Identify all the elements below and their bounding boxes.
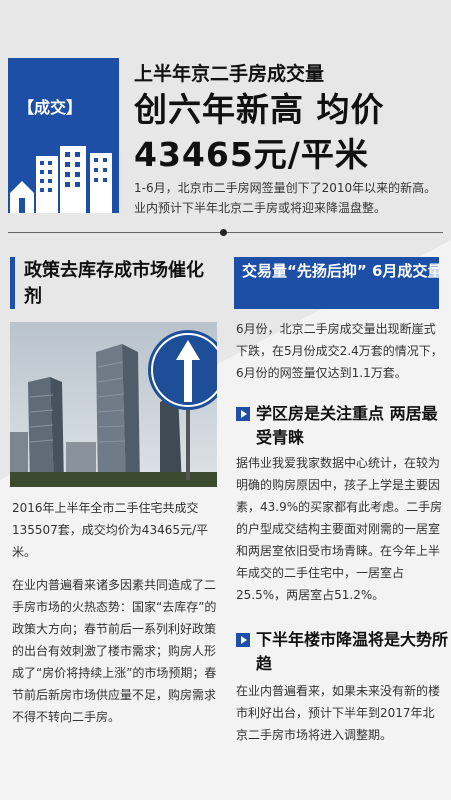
subheading-text: 学区房是关注重点 两居最受青睐: [256, 404, 438, 447]
play-marker-icon: [236, 633, 250, 647]
headline-kicker: 上半年京二手房成交量: [134, 63, 325, 85]
subheading-market-cooling: 下半年楼市降温将是大势所趋: [236, 628, 450, 676]
subheading-text: 下半年楼市降温将是大势所趋: [256, 630, 449, 673]
headline-line1: 创六年新高 均价: [134, 90, 385, 129]
right-paragraph-2: 据伟业我爱我家数据中心统计，在较为明确的购房原因中，孩子上学是主要因素，43.9…: [236, 456, 443, 602]
headline-line2: 43465元/平米: [134, 135, 369, 174]
left-section-title: 政策去库存成市场催化剂: [24, 260, 204, 307]
header-city-icon-box: [8, 58, 119, 213]
skyscraper-photo-illustration: [10, 322, 217, 487]
subheading-school-district: 学区房是关注重点 两居最受青睐: [236, 402, 450, 450]
left-paragraph-2: 在业内普遍看来诸多因素共同造成了二手房市场的火热态势：国家“去库存”的政策大方向…: [12, 578, 217, 724]
lead-paragraph: 1-6月，北京市二手房网签量创下了2010年以来的新高。业内预计下半年北京二手房…: [134, 181, 437, 215]
city-buildings-icon: [10, 146, 112, 213]
left-title-accent: [10, 257, 15, 309]
left-paragraph-1: 2016年上半年全市二手住宅共成交135507套，成交均价为43465元/平米。: [12, 501, 209, 559]
divider-dot: [220, 229, 227, 236]
play-marker-icon: [236, 407, 250, 421]
right-section-banner: 交易量“先扬后抑” 6月成交量腰斩: [234, 257, 439, 309]
right-paragraph-1: 6月份，北京二手房成交量出现断崖式下跌，在5月份成交2.4万套的情况下，6月份的…: [236, 322, 443, 380]
city-photo: [10, 322, 217, 487]
right-banner-title: 交易量“先扬后抑” 6月成交量腰斩: [242, 262, 439, 280]
section-tag: 【成交】: [18, 98, 83, 117]
right-paragraph-3: 在业内普遍看来，如果未来没有新的楼市利好出台，预计下半年到2017年北京二手房市…: [236, 684, 441, 742]
